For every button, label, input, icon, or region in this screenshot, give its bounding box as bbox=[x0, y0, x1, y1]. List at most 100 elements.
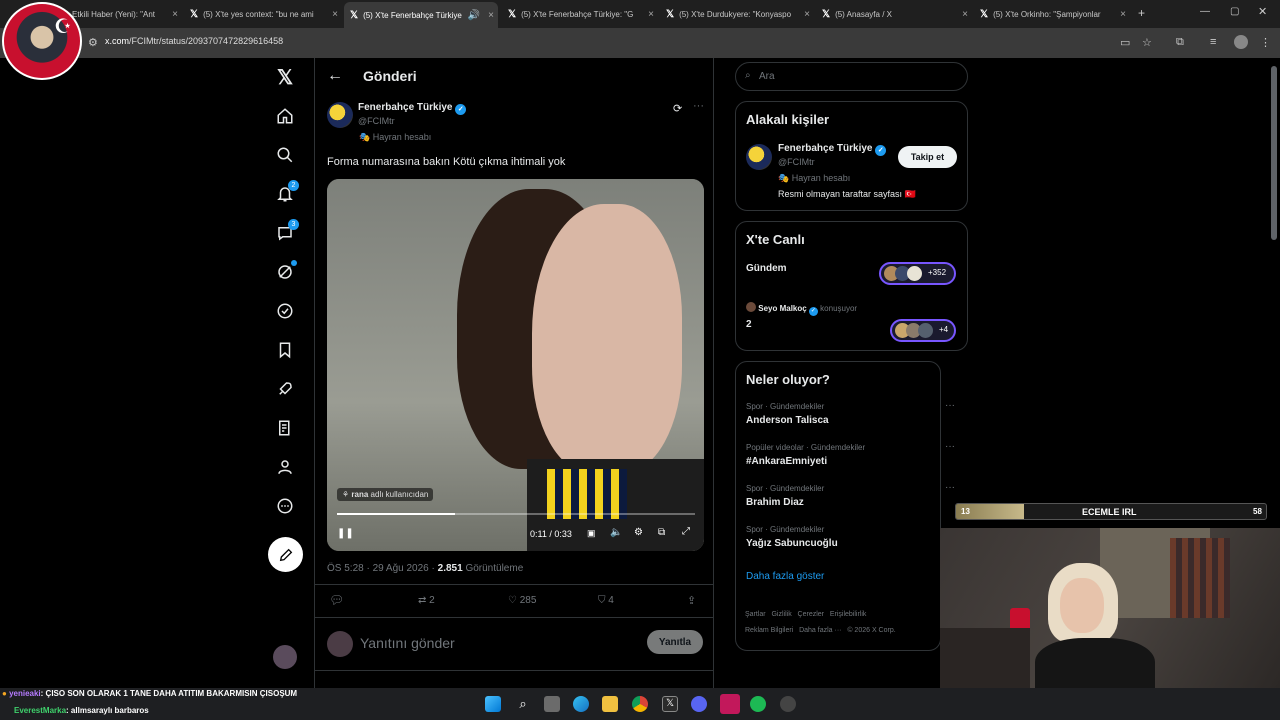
repost-button[interactable]: ⇄ 2 bbox=[418, 595, 435, 606]
close-icon[interactable]: × bbox=[172, 9, 178, 20]
footer-link[interactable]: Erişilebilirlik bbox=[830, 611, 867, 618]
live-item-label[interactable]: 2 bbox=[746, 319, 752, 330]
video-player[interactable]: ⚘ rana adlı kullanıcıdan ❚❚ 0:11 / 0:33 … bbox=[327, 179, 704, 551]
fullscreen-icon[interactable]: ⤢ bbox=[682, 526, 690, 537]
search-input[interactable]: Ara bbox=[759, 71, 775, 82]
bookmark-star-icon[interactable]: ☆ bbox=[1142, 36, 1152, 49]
video-seekbar[interactable] bbox=[337, 513, 695, 515]
chrome-icon[interactable] bbox=[632, 696, 648, 712]
messages-icon[interactable]: 3 bbox=[274, 219, 299, 244]
tab[interactable]: 𝕏 (5) X'te yes context: "bu ne ami × bbox=[190, 4, 342, 24]
post-author-name-row[interactable]: Fenerbahçe Türkiye ✓ bbox=[358, 102, 467, 115]
settings-icon[interactable]: ⚙ bbox=[634, 527, 643, 538]
pip-icon[interactable]: ⧉ bbox=[658, 527, 665, 538]
spotify-icon[interactable] bbox=[750, 696, 766, 712]
close-window-button[interactable]: ✕ bbox=[1258, 5, 1267, 18]
close-icon[interactable]: × bbox=[332, 9, 338, 20]
new-tab-button[interactable]: + bbox=[1138, 6, 1145, 20]
bookmarks-icon[interactable] bbox=[274, 339, 296, 361]
trend-more-icon[interactable]: ··· bbox=[945, 482, 955, 493]
video-credit[interactable]: ⚘ rana adlı kullanıcıdan bbox=[337, 488, 434, 501]
minimize-button[interactable]: — bbox=[1200, 6, 1210, 17]
post-author-handle[interactable]: @FCIMtr bbox=[358, 116, 395, 126]
footer-link[interactable]: Şartlar bbox=[745, 611, 766, 618]
maximize-button[interactable]: ▢ bbox=[1230, 6, 1239, 17]
back-arrow-icon[interactable]: ← bbox=[327, 67, 343, 85]
task-view-icon[interactable] bbox=[544, 696, 560, 712]
footer-link[interactable]: Çerezler bbox=[798, 611, 824, 618]
windows-start-icon[interactable] bbox=[485, 696, 501, 712]
grok-icon[interactable] bbox=[274, 260, 297, 283]
captions-icon[interactable]: ▣ bbox=[587, 528, 596, 539]
footer-link[interactable]: Reklam Bilgileri bbox=[745, 627, 793, 634]
footer-link[interactable]: Daha fazla ··· bbox=[799, 627, 841, 634]
home-icon[interactable] bbox=[274, 105, 296, 127]
discord-icon[interactable] bbox=[691, 696, 707, 712]
live-avatars[interactable]: +352 bbox=[879, 262, 956, 285]
trend-item[interactable]: Spor · Gündemdekiler Brahim Diaz ··· bbox=[736, 480, 969, 521]
app-icon[interactable] bbox=[780, 696, 796, 712]
live-host-row[interactable]: Seyo Malkoç ✓ konuşuyor bbox=[746, 302, 857, 316]
url-field[interactable]: x.com/FCIMtr/status/2093707472829616458 bbox=[105, 36, 283, 46]
post-timestamp[interactable]: ÖS 5:28 · 29 Ağu 2026 · bbox=[327, 563, 435, 574]
tab[interactable]: 𝕏 (5) X'te Orkinho: "Şampiyonlar × bbox=[980, 4, 1130, 24]
lists-icon[interactable] bbox=[274, 417, 296, 439]
tab-active[interactable]: 𝕏 (5) X'te Fenerbahçe Türkiye 🔊 × bbox=[344, 2, 498, 28]
verified-orgs-icon[interactable] bbox=[274, 300, 296, 322]
trend-item[interactable]: Spor · Gündemdekiler Anderson Talisca ··… bbox=[736, 398, 969, 439]
edge-icon[interactable] bbox=[573, 696, 589, 712]
trend-more-icon[interactable]: ··· bbox=[945, 441, 955, 452]
pause-icon[interactable]: ❚❚ bbox=[337, 528, 354, 539]
trend-more-icon[interactable]: ··· bbox=[945, 400, 955, 411]
media-controls-icon[interactable]: ≡ bbox=[1210, 36, 1216, 48]
file-explorer-icon[interactable] bbox=[602, 696, 618, 712]
tab[interactable]: 𝕏 (5) X'te Durdukyere: "Konyaspo × bbox=[666, 4, 814, 24]
notifications-icon[interactable]: 2 bbox=[274, 180, 299, 205]
search-box[interactable]: ⌕ Ara bbox=[735, 62, 968, 91]
trend-item[interactable]: Popüler videolar · Gündemdekiler #Ankara… bbox=[736, 439, 969, 480]
footer-link[interactable]: Gizlilik bbox=[771, 611, 791, 618]
reply-icon[interactable]: 💬︎ bbox=[329, 593, 344, 607]
related-avatar[interactable] bbox=[746, 144, 772, 170]
search-icon[interactable]: ⌕ bbox=[515, 696, 531, 712]
tab[interactable]: Etkili Haber (Yeni): "Ant × bbox=[72, 4, 182, 24]
like-button[interactable]: ♡ 285 bbox=[508, 595, 536, 606]
close-icon[interactable]: × bbox=[962, 9, 968, 20]
account-avatar[interactable] bbox=[273, 645, 297, 669]
tab[interactable]: 𝕏 (5) X'te Fenerbahçe Türkiye: "G × bbox=[508, 4, 658, 24]
site-info-icon[interactable]: ⚙ bbox=[88, 36, 98, 49]
live-item-label[interactable]: Gündem bbox=[746, 263, 787, 274]
rocket-icon[interactable] bbox=[274, 378, 296, 400]
x-logo-icon[interactable]: 𝕏 bbox=[274, 66, 296, 89]
compose-button[interactable] bbox=[268, 537, 303, 572]
volume-icon[interactable]: 🔈 bbox=[610, 527, 622, 538]
close-icon[interactable]: × bbox=[648, 9, 654, 20]
tab[interactable]: 𝕏 (5) Anasayfa / X × bbox=[822, 4, 972, 24]
more-icon[interactable] bbox=[274, 495, 296, 517]
post-more-icon[interactable]: ··· bbox=[693, 100, 704, 112]
follow-button[interactable]: Takip et bbox=[898, 146, 957, 168]
profile-icon[interactable] bbox=[274, 456, 296, 478]
page-scrollbar[interactable] bbox=[1271, 66, 1277, 240]
trend-item[interactable]: Spor · Gündemdekiler Yağız Sabuncuoğlu bbox=[736, 521, 969, 562]
app-icon[interactable] bbox=[720, 694, 740, 714]
close-icon[interactable]: × bbox=[488, 10, 494, 21]
bookmark-button[interactable]: ⛉ 4 bbox=[598, 595, 614, 606]
search-icon[interactable] bbox=[274, 144, 296, 166]
cast-icon[interactable]: ▭ bbox=[1120, 36, 1130, 49]
extensions-icon[interactable]: ⧉ bbox=[1176, 36, 1184, 49]
close-icon[interactable]: × bbox=[1120, 9, 1126, 20]
speaker-icon[interactable]: 🔊 bbox=[468, 10, 480, 21]
live-avatars[interactable]: +4 bbox=[890, 319, 956, 342]
related-name-row[interactable]: Fenerbahçe Türkiye ✓ bbox=[778, 143, 887, 156]
menu-icon[interactable]: ⋮ bbox=[1260, 36, 1271, 49]
reply-button[interactable]: Yanıtla bbox=[647, 630, 703, 654]
share-icon[interactable]: ⇪ bbox=[687, 594, 696, 607]
reply-input[interactable]: Yanıtını gönder bbox=[360, 635, 455, 651]
x-app-icon[interactable]: 𝕏 bbox=[662, 696, 678, 712]
post-author-avatar[interactable] bbox=[327, 102, 353, 128]
close-icon[interactable]: × bbox=[804, 9, 810, 20]
show-more-link[interactable]: Daha fazla göster bbox=[746, 571, 824, 582]
profile-icon[interactable] bbox=[1234, 35, 1248, 49]
grok-explain-icon[interactable]: ⟳ bbox=[673, 102, 682, 115]
